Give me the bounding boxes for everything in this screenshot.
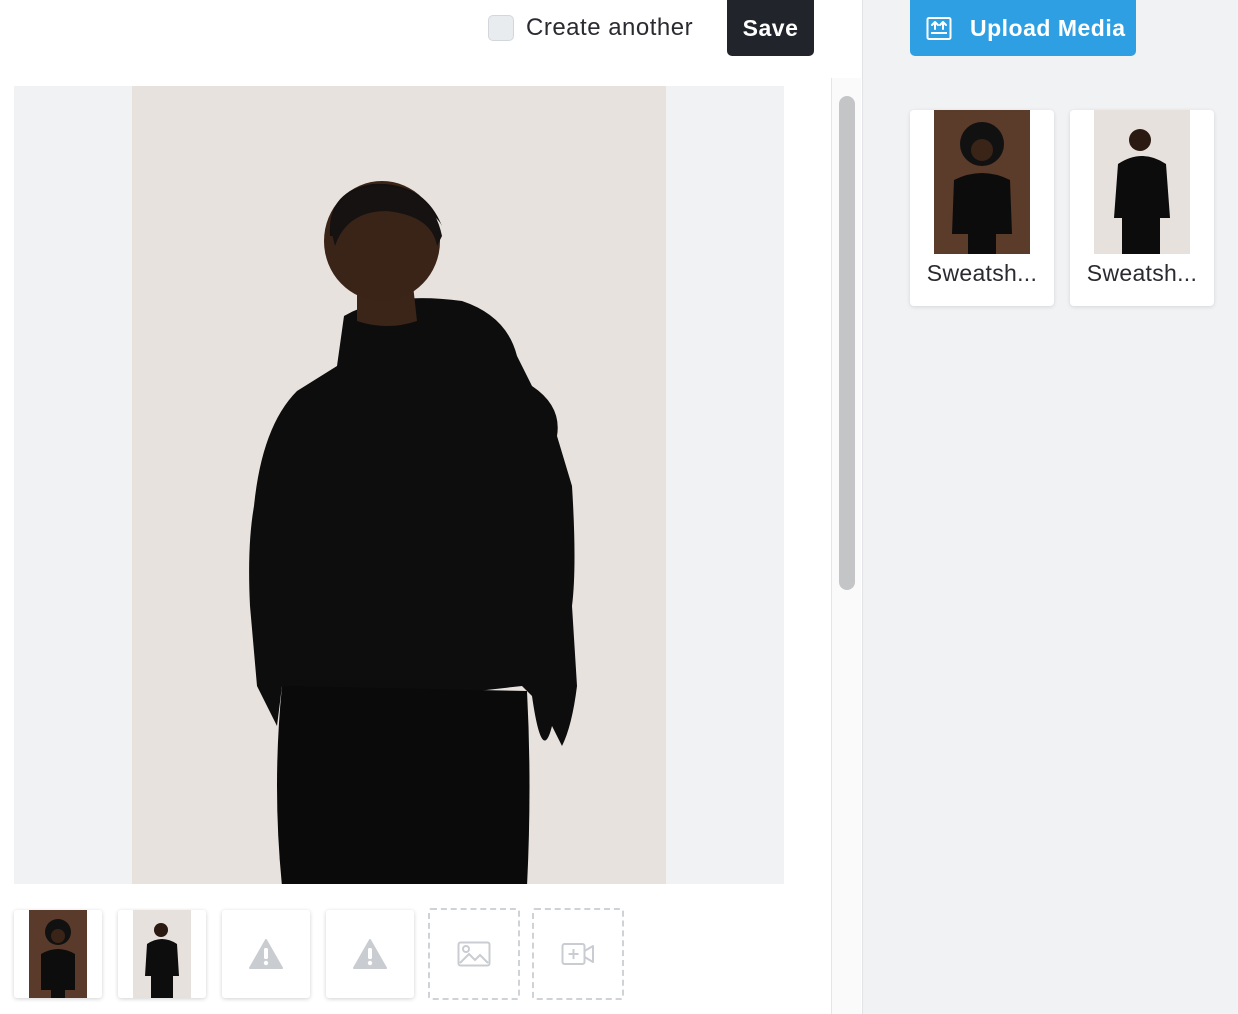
thumbnail-photo (133, 910, 191, 998)
warning-icon (353, 939, 387, 969)
media-item-thumbnail (934, 110, 1030, 254)
scrollbar-thumb[interactable] (839, 96, 855, 590)
warning-icon (249, 939, 283, 969)
create-another-toggle[interactable]: Create another (488, 14, 693, 42)
add-video-slot[interactable] (532, 908, 624, 1000)
thumbnail-photo (29, 910, 87, 998)
preview-image (132, 86, 666, 884)
create-another-checkbox[interactable] (488, 15, 514, 41)
thumbnail-1[interactable] (14, 910, 102, 998)
thumbnail-2[interactable] (118, 910, 206, 998)
save-button[interactable]: Save (727, 0, 814, 56)
upload-icon (926, 17, 952, 40)
media-preview (14, 86, 784, 884)
media-item-1[interactable]: Sweatsh... (910, 110, 1054, 306)
media-item-thumbnail (1094, 110, 1190, 254)
add-image-icon (457, 941, 491, 967)
media-item-name: Sweatsh... (1086, 260, 1198, 286)
thumbnail-4-error[interactable] (326, 910, 414, 998)
thumbnail-3-error[interactable] (222, 910, 310, 998)
media-item-2[interactable]: Sweatsh... (1070, 110, 1214, 306)
add-video-icon (561, 943, 594, 965)
upload-media-button[interactable]: Upload Media (910, 0, 1136, 56)
create-another-label: Create another (526, 14, 694, 41)
add-image-slot[interactable] (428, 908, 520, 1000)
upload-media-label: Upload Media (970, 14, 1126, 41)
media-item-name: Sweatsh... (926, 260, 1038, 286)
